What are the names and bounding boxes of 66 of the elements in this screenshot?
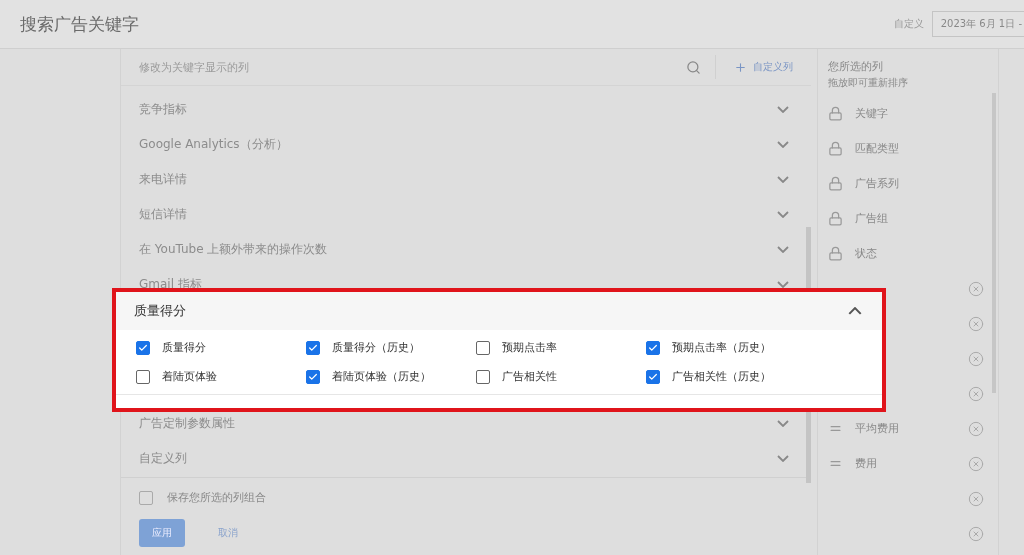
column-label: 费用	[855, 456, 878, 471]
chevron-down-icon	[777, 246, 789, 253]
checkbox[interactable]	[306, 369, 320, 384]
check-icon	[308, 371, 318, 382]
checkbox-label: 质量得分（历史）	[332, 340, 420, 355]
section-header[interactable]: 质量得分	[116, 292, 882, 330]
remove-icon[interactable]	[968, 385, 984, 402]
panel-title: 您所选的列	[828, 59, 884, 74]
section-row[interactable]: 短信详情	[121, 197, 805, 232]
checkbox[interactable]	[136, 369, 150, 384]
checkbox[interactable]	[646, 340, 660, 355]
column-label: 匹配类型	[855, 141, 900, 156]
section-row[interactable]: 在 YouTube 上额外带来的操作次数	[121, 232, 805, 267]
remove-icon[interactable]	[968, 525, 984, 542]
chevron-down-icon	[777, 420, 789, 427]
cancel-button[interactable]: 取消	[205, 519, 251, 547]
remove-icon[interactable]	[968, 490, 984, 507]
chevron-up-icon	[848, 307, 862, 315]
column-label: 状态	[855, 246, 878, 261]
custom-column-button[interactable]: 自定义列	[715, 55, 793, 79]
checkbox[interactable]	[476, 340, 490, 355]
chevron-down-icon	[777, 141, 789, 148]
chevron-down-icon	[777, 455, 789, 462]
remove-icon[interactable]	[968, 280, 984, 297]
section-row[interactable]: Google Analytics（分析）	[121, 127, 805, 162]
checkbox-label: 预期点击率	[502, 340, 557, 355]
check-icon	[648, 371, 658, 382]
checkbox[interactable]	[306, 340, 320, 355]
section-row[interactable]: 来电详情	[121, 162, 805, 197]
search-field[interactable]: 修改为关键字显示的列	[139, 59, 686, 75]
checkbox-label: 广告相关性（历史）	[672, 369, 771, 384]
checkbox[interactable]	[136, 340, 150, 355]
section-row[interactable]: 竞争指标	[121, 92, 805, 127]
check-icon	[648, 342, 658, 353]
chevron-down-icon	[777, 281, 789, 288]
checkbox[interactable]	[476, 369, 490, 384]
page-title: 搜索广告关键字	[20, 12, 140, 36]
remove-icon[interactable]	[968, 350, 984, 367]
section-row[interactable]: 广告定制参数属性	[121, 406, 805, 441]
check-icon	[138, 342, 148, 353]
range-label: 自定义	[893, 17, 924, 31]
date-field[interactable]: 2023年 6月 1日 -	[931, 11, 1024, 37]
column-label: 平均费用	[855, 421, 900, 436]
plus-icon	[734, 60, 747, 74]
section-row[interactable]: 自定义列	[121, 441, 805, 476]
checkbox[interactable]	[139, 490, 153, 505]
panel-hint: 拖放即可重新排序	[828, 76, 909, 90]
chevron-down-icon	[777, 211, 789, 218]
checkbox-label: 广告相关性	[502, 369, 557, 384]
chevron-down-icon	[777, 106, 789, 113]
remove-icon[interactable]	[968, 315, 984, 332]
column-label: 关键字	[855, 106, 889, 121]
checkbox-label: 着陆页体验	[162, 369, 217, 384]
column-label: 广告组	[855, 211, 889, 226]
apply-button[interactable]: 应用	[139, 519, 185, 547]
search-icon[interactable]	[686, 59, 701, 75]
checkbox-label: 着陆页体验（历史）	[332, 369, 431, 384]
checkbox[interactable]	[646, 369, 660, 384]
remove-icon[interactable]	[968, 420, 984, 437]
checkbox-label: 质量得分	[162, 340, 206, 355]
checkbox-label: 保存您所选的列组合	[167, 490, 266, 505]
column-label: 广告系列	[855, 176, 900, 191]
chevron-down-icon	[777, 176, 789, 183]
check-icon	[308, 342, 318, 353]
checkbox-label: 预期点击率（历史）	[672, 340, 771, 355]
remove-icon[interactable]	[968, 455, 984, 472]
